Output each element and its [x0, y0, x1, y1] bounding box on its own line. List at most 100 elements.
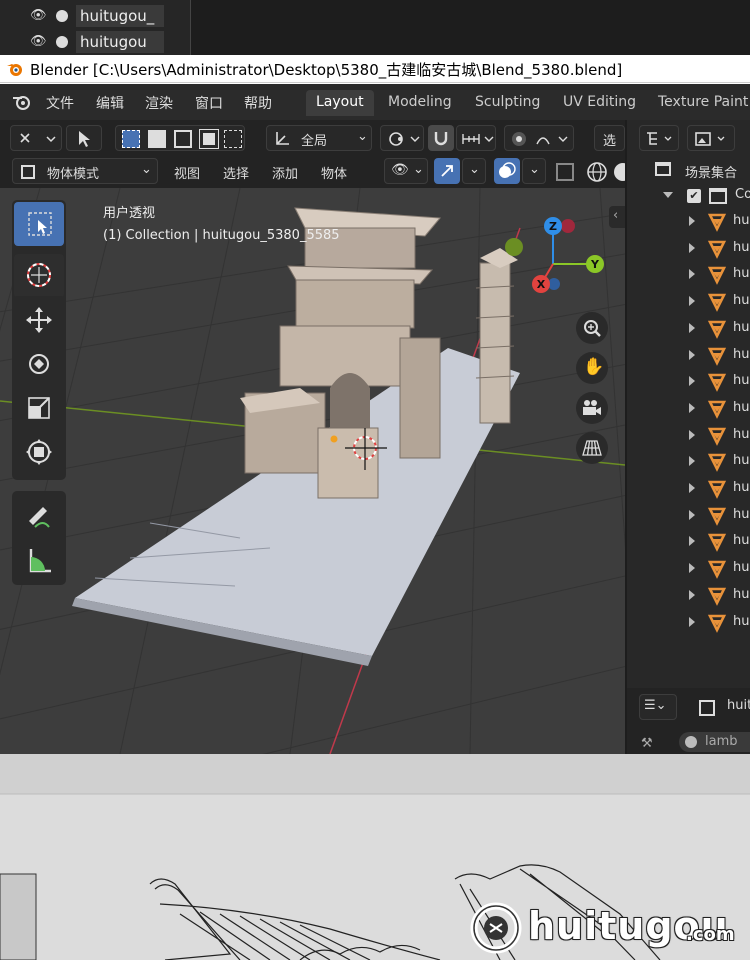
- select-invert-icon[interactable]: [199, 129, 219, 149]
- proportional-editing-group[interactable]: [504, 125, 574, 151]
- filter-dropdown[interactable]: [687, 125, 735, 151]
- object-name-field[interactable]: huit: [727, 698, 750, 713]
- expand-triangle-icon[interactable]: [689, 563, 695, 574]
- select-box-tool[interactable]: [14, 202, 64, 246]
- snap-target-button[interactable]: [380, 125, 424, 151]
- expand-triangle-icon[interactable]: [689, 536, 695, 547]
- snap-toggle-button[interactable]: [428, 125, 454, 151]
- gizmo-neg-y-ball[interactable]: [505, 238, 523, 256]
- outliner-object-row[interactable]: hu: [627, 235, 750, 262]
- transform-tool[interactable]: [14, 430, 64, 474]
- outliner-object-row[interactable]: hu: [627, 609, 750, 636]
- expand-triangle-icon[interactable]: [689, 429, 695, 440]
- properties-editor-dropdown[interactable]: ☰⌄: [639, 694, 677, 720]
- outliner-object-row[interactable]: hu: [627, 342, 750, 369]
- expand-triangle-icon[interactable]: [689, 216, 695, 226]
- expand-triangle-icon[interactable]: [689, 509, 695, 520]
- camera-dot-icon[interactable]: [56, 10, 68, 22]
- material-slot[interactable]: lamb: [679, 732, 750, 752]
- expand-triangle-icon[interactable]: [689, 402, 695, 413]
- menu-help[interactable]: 帮助: [244, 93, 272, 113]
- expand-triangle-icon[interactable]: [689, 456, 695, 467]
- outliner-object-row[interactable]: hu: [627, 448, 750, 475]
- outliner-item[interactable]: 👁 huitugou_: [0, 3, 190, 29]
- select-extend-icon[interactable]: [148, 130, 166, 148]
- display-mode-dropdown[interactable]: [639, 125, 679, 151]
- tab-sculpting[interactable]: Sculpting: [465, 90, 550, 116]
- collapse-triangle-icon[interactable]: [663, 192, 673, 198]
- perspective-toggle-button[interactable]: [576, 432, 608, 464]
- tab-layout[interactable]: Layout: [306, 90, 374, 116]
- solid-shading-icon[interactable]: [612, 161, 625, 183]
- menu-view[interactable]: 视图: [174, 163, 200, 182]
- outliner-object-row[interactable]: hu: [627, 422, 750, 449]
- transform-pivot-button[interactable]: [10, 125, 62, 151]
- select-intersect-icon[interactable]: [224, 130, 242, 148]
- navigation-gizmo[interactable]: Z Y X: [525, 208, 615, 298]
- outliner-object-label: hu: [733, 319, 750, 335]
- pan-button[interactable]: ✋: [576, 352, 608, 384]
- menu-render[interactable]: 渲染: [145, 93, 173, 113]
- menu-add[interactable]: 添加: [272, 163, 298, 182]
- overlays-dropdown[interactable]: ⌄: [522, 158, 546, 184]
- tab-uv-editing[interactable]: UV Editing: [553, 90, 646, 116]
- expand-triangle-icon[interactable]: [689, 242, 695, 253]
- properties-tool-icon[interactable]: ⚒: [641, 736, 653, 751]
- outliner-object-row[interactable]: hu: [627, 528, 750, 555]
- outliner-object-row[interactable]: hu: [627, 475, 750, 502]
- tab-modeling[interactable]: Modeling: [378, 90, 462, 116]
- visibility-dropdown[interactable]: 👁 ⌄: [384, 158, 428, 184]
- zoom-button[interactable]: [576, 312, 608, 344]
- expand-triangle-icon[interactable]: [689, 296, 695, 307]
- overlays-toggle-button[interactable]: [494, 158, 520, 184]
- outliner-object-row[interactable]: hu: [627, 555, 750, 582]
- move-tool[interactable]: [14, 298, 64, 342]
- expand-triangle-icon[interactable]: [689, 376, 695, 387]
- snap-element-dropdown[interactable]: [456, 125, 496, 151]
- camera-dot-icon[interactable]: [56, 36, 68, 48]
- expand-triangle-icon[interactable]: [689, 616, 695, 627]
- menu-select[interactable]: 选择: [223, 163, 249, 182]
- outliner-object-row[interactable]: hu: [627, 261, 750, 288]
- gizmo-toggle-button[interactable]: [434, 158, 460, 184]
- eye-icon[interactable]: 👁: [30, 34, 48, 49]
- mode-dropdown[interactable]: 物体模式 ⌄: [12, 158, 158, 184]
- tab-texture-paint[interactable]: Texture Paint: [648, 90, 750, 116]
- xray-toggle-icon[interactable]: [556, 163, 574, 181]
- 3d-viewport[interactable]: 用户透视 (1) Collection | huitugou_5380_5585: [0, 188, 625, 754]
- menu-edit[interactable]: 编辑: [96, 93, 124, 113]
- outliner-object-row[interactable]: hu: [627, 315, 750, 342]
- menu-object[interactable]: 物体: [321, 163, 347, 182]
- collection-checkbox[interactable]: ✔: [687, 189, 701, 203]
- camera-view-button[interactable]: [576, 392, 608, 424]
- expand-triangle-icon[interactable]: [689, 269, 695, 280]
- transform-orientation-dropdown[interactable]: 全局 ⌄: [266, 125, 372, 151]
- select-subtract-icon[interactable]: [174, 130, 192, 148]
- outliner-object-row[interactable]: hu: [627, 395, 750, 422]
- menu-file[interactable]: 文件: [46, 93, 74, 113]
- expand-triangle-icon[interactable]: [689, 589, 695, 600]
- outliner-object-row[interactable]: hu: [627, 288, 750, 315]
- outliner-object-row[interactable]: hu: [627, 368, 750, 395]
- sidebar-toggle[interactable]: ‹: [609, 206, 625, 228]
- gizmo-dropdown[interactable]: ⌄: [462, 158, 486, 184]
- annotate-tool[interactable]: [14, 493, 64, 537]
- menu-window[interactable]: 窗口: [195, 93, 223, 113]
- outliner-item[interactable]: 👁 huitugou: [0, 29, 190, 55]
- wireframe-shading-icon[interactable]: [586, 161, 608, 183]
- outliner-object-row[interactable]: hu: [627, 208, 750, 235]
- outliner-object-row[interactable]: hu: [627, 582, 750, 609]
- eye-icon[interactable]: 👁: [30, 8, 48, 23]
- select-tool-button[interactable]: [66, 125, 102, 151]
- select-new-icon[interactable]: [122, 130, 140, 148]
- rotate-tool[interactable]: [14, 342, 64, 386]
- expand-triangle-icon[interactable]: [689, 322, 695, 333]
- scale-tool[interactable]: [14, 386, 64, 430]
- expand-triangle-icon[interactable]: [689, 349, 695, 360]
- outliner-object-row[interactable]: hu: [627, 502, 750, 529]
- options-button[interactable]: 选: [594, 125, 625, 151]
- cursor-tool[interactable]: [14, 254, 64, 298]
- blender-menu-icon[interactable]: [12, 93, 32, 111]
- expand-triangle-icon[interactable]: [689, 483, 695, 493]
- measure-tool[interactable]: [14, 539, 64, 583]
